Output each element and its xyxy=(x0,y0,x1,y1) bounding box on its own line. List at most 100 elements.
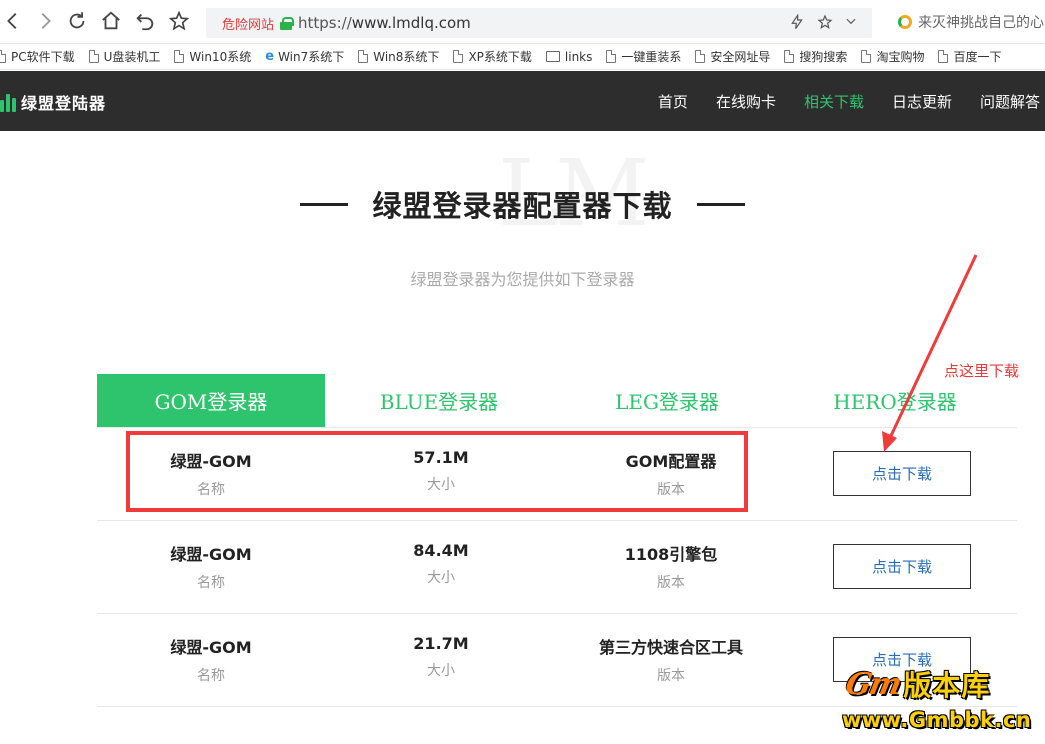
search-engine-icon xyxy=(898,15,912,29)
cell-label: 版本 xyxy=(657,575,685,591)
favorite-star-icon[interactable] xyxy=(166,8,192,34)
page-icon xyxy=(453,50,464,63)
cell-label: 版本 xyxy=(657,668,685,684)
tab-1[interactable]: BLUE登录器 xyxy=(325,374,553,427)
annotation-text: 点这里下载 xyxy=(944,362,1020,380)
browser-toolbar: 危险网站 https://www.lmdlq.com 来灭神挑战自己的心 xyxy=(0,0,1045,44)
bookmark-label: XP系统下载 xyxy=(468,50,532,64)
highlight-box xyxy=(126,431,748,512)
bookmark-item[interactable]: e Win7系统下 xyxy=(265,48,344,65)
page-icon xyxy=(174,50,185,63)
row-cell-name: 绿盟-GOM 名称 xyxy=(111,634,311,685)
page-icon xyxy=(0,50,6,63)
bookmark-label: 淘宝购物 xyxy=(876,50,925,64)
bookmark-label: 一键重装系 xyxy=(621,50,682,64)
cell-value: 第三方快速合区工具 xyxy=(598,638,743,657)
bookmark-label: 百度一下 xyxy=(953,50,1002,64)
bookmark-label: Win7系统下 xyxy=(278,50,345,64)
cell-label: 大小 xyxy=(427,570,455,586)
row-cell-name: 绿盟-GOM 名称 xyxy=(111,541,311,592)
tab-3[interactable]: HERO登录器 xyxy=(781,374,1009,427)
title-dash-left xyxy=(300,202,349,206)
page-icon xyxy=(358,50,369,63)
main-menu: 首页 在线购卡 相关下载 日志更新 问题解答 xyxy=(630,71,1040,131)
cell-label: 大小 xyxy=(427,663,455,679)
logo-mark-icon xyxy=(0,92,16,112)
page-title-row: 绿盟登录器配置器下载 xyxy=(0,182,1045,226)
address-bar[interactable]: 危险网站 https://www.lmdlq.com xyxy=(206,8,872,38)
refresh-icon[interactable] xyxy=(64,8,90,34)
cell-value: 21.7M xyxy=(413,634,469,653)
menu-item[interactable]: 日志更新 xyxy=(892,91,952,112)
bookmark-label: 安全网址导 xyxy=(710,50,771,64)
bookmark-label: Win8系统下 xyxy=(373,50,440,64)
bookmark-label: PC软件下载 xyxy=(11,50,75,64)
cell-value: 绿盟-GOM xyxy=(170,545,252,564)
download-button[interactable]: 点击下载 xyxy=(833,451,971,496)
lightning-icon[interactable] xyxy=(788,13,806,32)
search-suggestion[interactable]: 来灭神挑战自己的心 xyxy=(898,12,1044,32)
cell-value: 1108引擎包 xyxy=(624,545,718,564)
row-cell-size: 84.4M 大小 xyxy=(341,541,541,587)
bookmark-label: links xyxy=(564,49,593,64)
watermark-url: www.Gmbbk.cn xyxy=(842,708,1032,732)
back-icon[interactable] xyxy=(0,8,26,34)
bookmark-star-icon[interactable] xyxy=(816,14,834,32)
bookmark-item[interactable]: 安全网址导 xyxy=(695,48,770,65)
loader-tabs: GOM登录器 BLUE登录器 LEG登录器 HERO登录器 xyxy=(97,374,1017,428)
gmbbk-watermark: Gm 版本库 www.Gmbbk.cn xyxy=(838,664,1045,744)
tab-0[interactable]: GOM登录器 xyxy=(97,374,325,427)
cell-value: 84.4M xyxy=(413,541,469,560)
page-icon xyxy=(606,50,617,63)
logo-text: 绿盟登陆器 xyxy=(21,94,107,113)
bookmark-label: U盘装机工 xyxy=(103,50,161,64)
home-icon[interactable] xyxy=(98,8,124,34)
menu-item[interactable]: 相关下载 xyxy=(804,91,864,112)
undo-icon[interactable] xyxy=(132,8,158,34)
page-icon xyxy=(695,50,706,63)
bookmark-item[interactable]: PC软件下载 xyxy=(0,48,75,65)
row-cell-version: 第三方快速合区工具 版本 xyxy=(571,634,771,685)
url-text[interactable]: https://www.lmdlq.com xyxy=(298,14,471,32)
download-button[interactable]: 点击下载 xyxy=(833,544,971,589)
lock-icon xyxy=(280,17,295,30)
bookmarks-bar: PC软件下载 U盘装机工 Win10系统 e Win7系统下 Win8系统下 XP系统下载 l… xyxy=(0,44,1045,70)
bookmark-item[interactable]: 淘宝购物 xyxy=(861,48,924,65)
page-icon xyxy=(88,50,99,63)
menu-item[interactable]: 问题解答 xyxy=(980,91,1040,112)
danger-warning[interactable]: 危险网站 xyxy=(222,14,274,33)
cell-label: 名称 xyxy=(197,668,225,684)
forward-icon[interactable] xyxy=(32,8,58,34)
menu-item[interactable]: 首页 xyxy=(658,91,688,112)
watermark-brand: Gm xyxy=(842,666,904,702)
cell-value: 绿盟-GOM xyxy=(170,638,252,657)
bookmark-item[interactable]: 搜狗搜索 xyxy=(784,48,847,65)
site-logo[interactable]: 绿盟登陆器 xyxy=(0,90,106,114)
bookmark-item[interactable]: Win8系统下 xyxy=(358,48,439,65)
menu-item[interactable]: 在线购卡 xyxy=(716,91,776,112)
watermark-title: 版本库 xyxy=(903,669,991,702)
site-header: 绿盟登陆器 首页 在线购卡 相关下载 日志更新 问题解答 xyxy=(0,71,1045,131)
page-icon xyxy=(784,50,795,63)
bookmark-item[interactable]: XP系统下载 xyxy=(453,48,532,65)
bookmark-item[interactable]: 百度一下 xyxy=(938,48,1001,65)
bookmark-label: Win10系统 xyxy=(189,50,252,64)
cell-label: 名称 xyxy=(197,575,225,591)
bookmark-item[interactable]: U盘装机工 xyxy=(88,48,161,65)
page-icon xyxy=(861,50,872,63)
row-cell-version: 1108引擎包 版本 xyxy=(571,541,771,592)
page-title: 绿盟登录器配置器下载 xyxy=(372,189,673,223)
download-row: 绿盟-GOM 名称 84.4M 大小 1108引擎包 版本 点击下载 xyxy=(97,521,1017,614)
bookmark-label: 搜狗搜索 xyxy=(799,50,848,64)
page-icon xyxy=(938,50,949,63)
bookmark-item[interactable]: links xyxy=(545,49,593,64)
bookmark-item[interactable]: Win10系统 xyxy=(174,48,251,65)
page-subtitle: 绿盟登录器为您提供如下登录器 xyxy=(410,270,635,289)
tab-2[interactable]: LEG登录器 xyxy=(553,374,781,427)
chevron-down-icon[interactable] xyxy=(842,14,860,32)
bookmark-item[interactable]: 一键重装系 xyxy=(606,48,681,65)
folder-icon xyxy=(545,51,560,62)
title-dash-right xyxy=(696,202,745,206)
row-cell-size: 21.7M 大小 xyxy=(341,634,541,680)
ie-icon: e xyxy=(265,49,275,64)
